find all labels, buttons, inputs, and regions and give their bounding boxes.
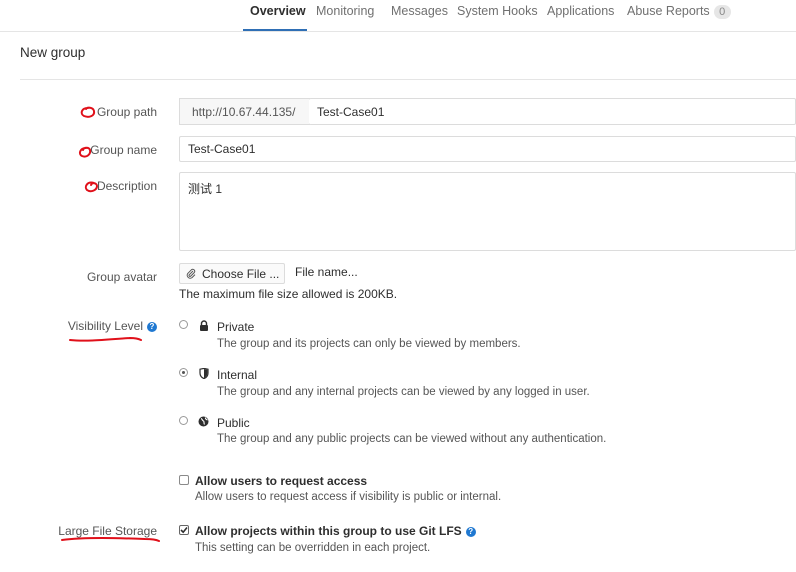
- annotation-circle-group-name: [78, 146, 92, 158]
- annotation-circle-group-path: [80, 106, 96, 118]
- annotation-underline-lfs: [61, 537, 160, 542]
- annotation-circle-description: [84, 181, 99, 193]
- annotation-underline-visibility: [69, 336, 142, 342]
- annotation-marks: [61, 106, 160, 542]
